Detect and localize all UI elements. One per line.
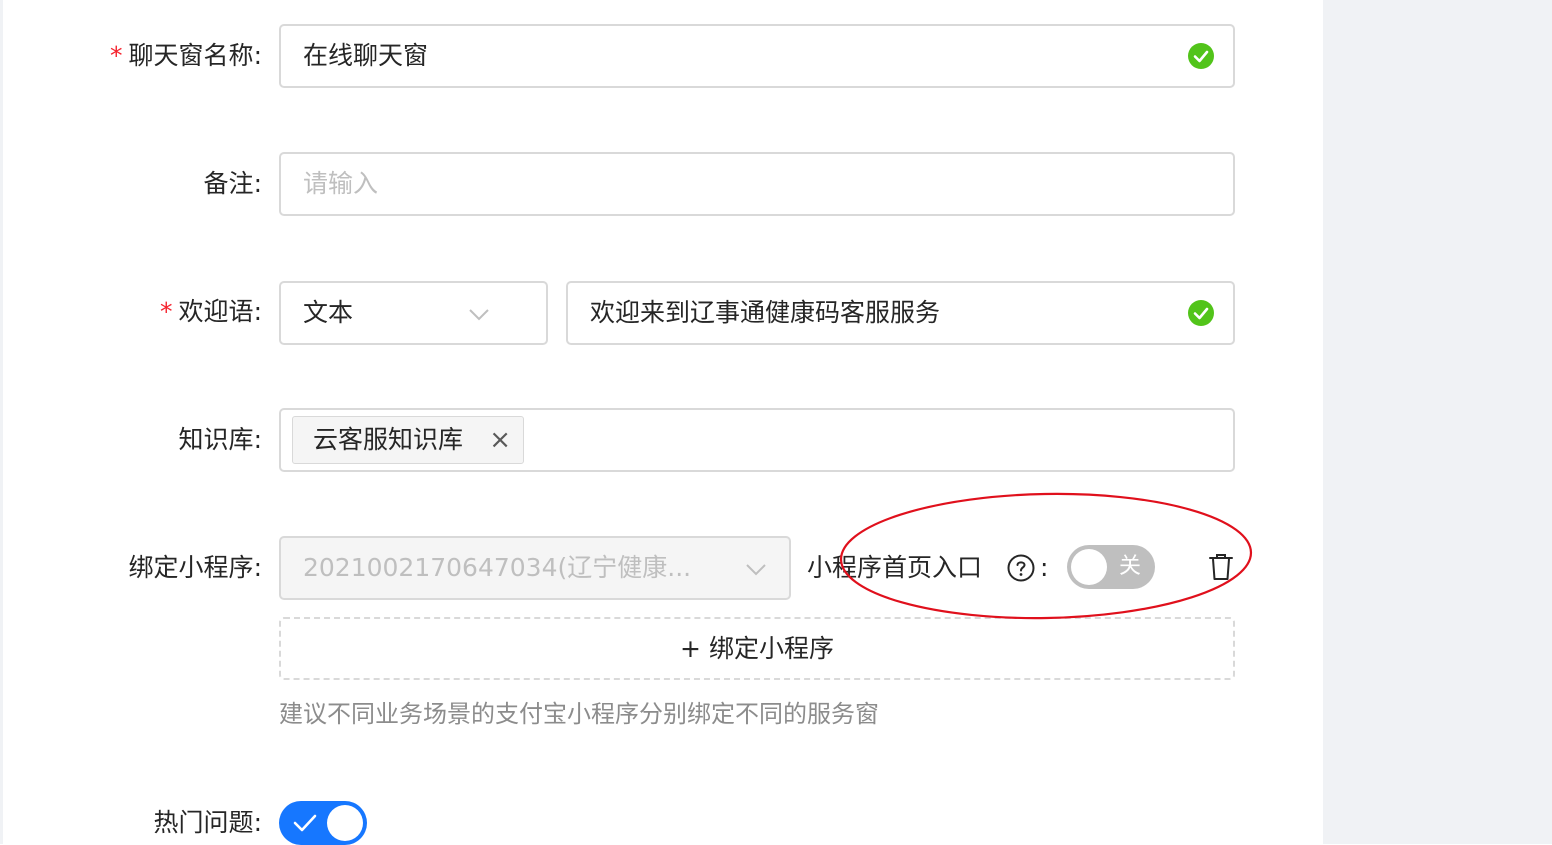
miniprogram-label: 绑定小程序: [129, 553, 262, 583]
close-icon[interactable]: × [489, 417, 511, 463]
required-mark: * [110, 41, 123, 70]
hot-questions-label: 热门问题: [154, 808, 262, 838]
label-colon: : [253, 169, 262, 198]
question-circle-icon[interactable] [1007, 554, 1035, 582]
remark-label-text: 备注 [203, 169, 254, 198]
bind-miniprogram-button[interactable]: + 绑定小程序 [279, 617, 1235, 680]
check-circle-icon [1188, 43, 1214, 69]
chat-name-input[interactable]: 在线聊天窗 [279, 24, 1235, 88]
hot-questions-label-text: 热门问题 [153, 808, 254, 837]
chevron-down-icon [469, 309, 489, 321]
knowledge-multiselect[interactable]: 云客服知识库 × [279, 408, 1235, 472]
miniprogram-select[interactable]: 2021002170647034(辽宁健康... [279, 536, 791, 600]
right-side-panel [1323, 0, 1552, 844]
chat-name-value: 在线聊天窗 [303, 41, 429, 70]
label-colon: : [253, 553, 262, 582]
miniprogram-select-value: 2021002170647034(辽宁健康... [303, 553, 692, 582]
welcome-label: * 欢迎语: [160, 297, 262, 327]
miniprogram-hint: 建议不同业务场景的支付宝小程序分别绑定不同的服务窗 [279, 700, 879, 728]
required-mark: * [160, 297, 173, 326]
toggle-knob [1071, 549, 1107, 585]
entry-colon: : [1040, 553, 1049, 582]
label-colon: : [253, 41, 262, 70]
label-colon: : [253, 808, 262, 837]
toggle-knob [327, 805, 363, 841]
welcome-type-value: 文本 [303, 298, 354, 327]
label-colon: : [253, 425, 262, 454]
remark-placeholder: 请输入 [303, 169, 379, 198]
entry-toggle-text: 关 [1118, 554, 1141, 579]
trash-icon[interactable] [1208, 552, 1234, 582]
chat-name-label: * 聊天窗名称: [110, 41, 262, 71]
welcome-text-value: 欢迎来到辽事通健康码客服服务 [590, 298, 941, 327]
entry-label-text: 小程序首页入口 [807, 553, 983, 582]
knowledge-tag: 云客服知识库 × [292, 416, 524, 464]
check-circle-icon [1188, 300, 1214, 326]
entry-toggle[interactable]: 关 [1067, 545, 1155, 589]
chevron-down-icon [746, 564, 766, 576]
bind-miniprogram-button-label: + 绑定小程序 [680, 633, 834, 663]
welcome-type-select[interactable]: 文本 [279, 281, 548, 345]
entry-label: 小程序首页入口 [807, 553, 982, 583]
hot-questions-toggle[interactable] [279, 801, 367, 845]
miniprogram-label-text: 绑定小程序 [128, 553, 254, 582]
knowledge-label: 知识库: [179, 425, 262, 455]
left-background-strip [0, 0, 3, 844]
chat-name-label-text: 聊天窗名称 [128, 41, 254, 70]
knowledge-label-text: 知识库 [178, 425, 254, 454]
remark-label: 备注: [204, 169, 262, 199]
welcome-label-text: 欢迎语 [178, 297, 254, 326]
check-icon [293, 814, 317, 832]
remark-input[interactable]: 请输入 [279, 152, 1235, 216]
knowledge-tag-label: 云客服知识库 [313, 425, 464, 454]
welcome-text-input[interactable]: 欢迎来到辽事通健康码客服服务 [566, 281, 1235, 345]
label-colon: : [253, 297, 262, 326]
